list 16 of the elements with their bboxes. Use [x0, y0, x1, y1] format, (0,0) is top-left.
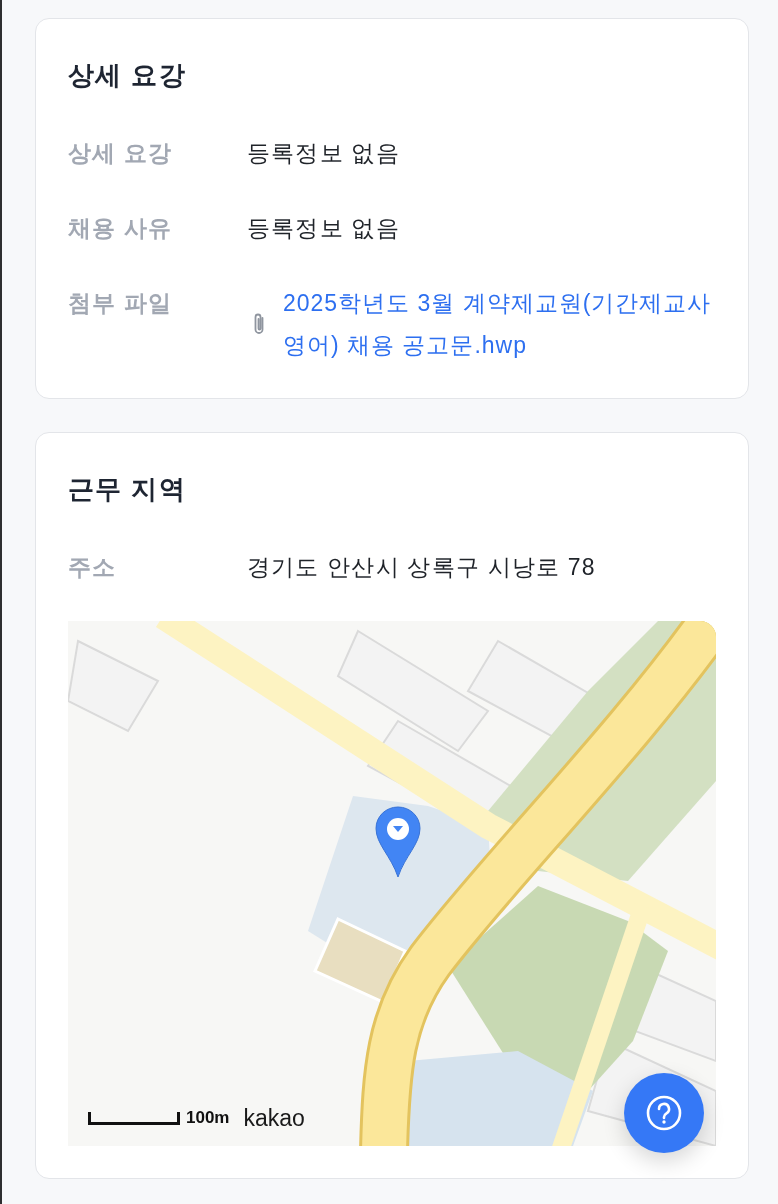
location-pin-icon — [375, 806, 421, 878]
scale-label: 100m — [186, 1107, 230, 1129]
section-title: 근무 지역 — [68, 473, 188, 506]
field-label: 첨부 파일 — [68, 289, 174, 318]
scale-bar-icon — [88, 1111, 180, 1125]
paperclip-icon — [252, 312, 266, 336]
field-label: 상세 요강 — [68, 139, 174, 168]
section-title: 상세 요강 — [68, 59, 188, 92]
field-label: 채용 사유 — [68, 214, 174, 243]
field-label: 주소 — [68, 553, 118, 582]
help-icon — [646, 1095, 682, 1131]
map-provider-logo: kakao — [243, 1104, 305, 1132]
field-value: 등록정보 없음 — [247, 214, 400, 243]
field-value: 경기도 안산시 상록구 시낭로 78 — [247, 553, 596, 582]
attachment-link[interactable]: 2025학년도 3월 계약제교원(기간제교사 영어) 채용 공고문.hwp — [283, 282, 716, 366]
field-value: 등록정보 없음 — [247, 139, 400, 168]
